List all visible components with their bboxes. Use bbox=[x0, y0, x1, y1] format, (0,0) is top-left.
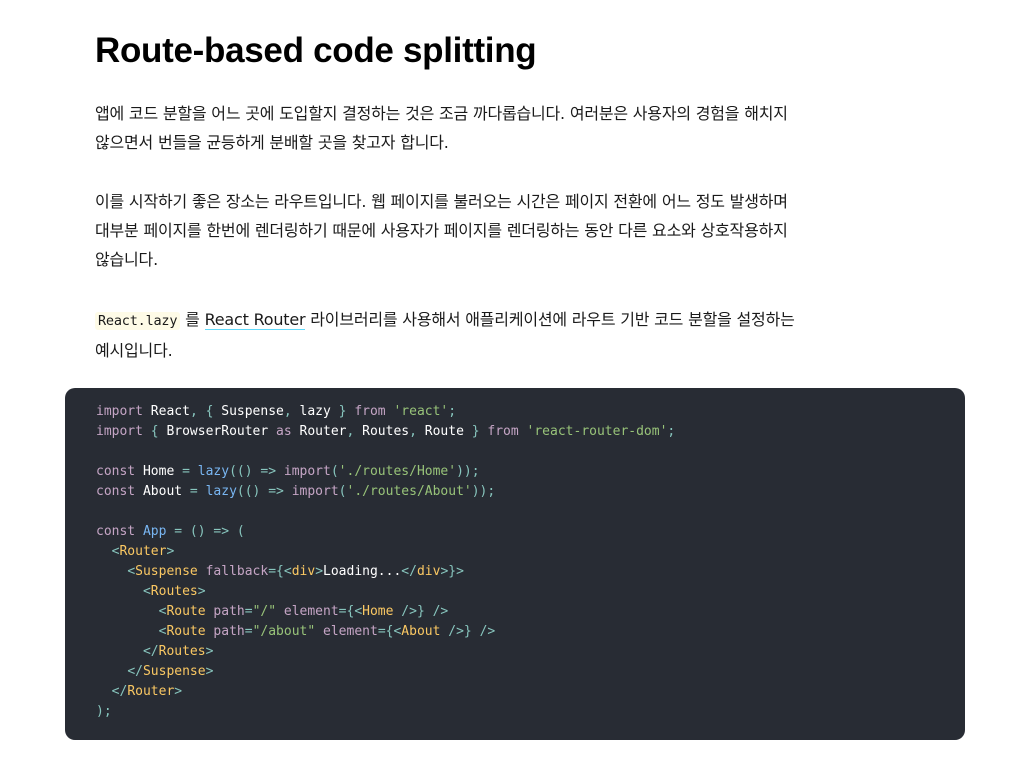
code-line-13: </Routes> bbox=[142, 644, 214, 659]
code-line-7: const App = () => ( bbox=[96, 524, 245, 539]
code-line-16: ); bbox=[96, 704, 112, 719]
code-line-2: import { BrowserRouter as Router, Routes… bbox=[96, 424, 676, 439]
paragraph-example: React.lazy 를 React Router 라이브러리를 사용해서 애플… bbox=[95, 305, 807, 365]
code-line-11: <Route path="/" element={<Home />} /> bbox=[158, 604, 449, 619]
paragraph-intro: 앱에 코드 분할을 어느 곳에 도입할지 결정하는 것은 조금 까다롭습니다. … bbox=[95, 104, 788, 152]
code-line-12: <Route path="/about" element={<About />}… bbox=[158, 624, 496, 639]
code-line-8: <Router> bbox=[111, 544, 175, 559]
inline-code-react-lazy: React.lazy bbox=[95, 312, 181, 330]
code-line-14: </Suspense> bbox=[127, 664, 214, 679]
code-line-5: const About = lazy(() => import('./route… bbox=[96, 484, 496, 499]
code-line-15: </Router> bbox=[111, 684, 183, 699]
paragraph-routes: 이를 시작하기 좋은 장소는 라우트입니다. 웹 페이지를 불러오는 시간은 페… bbox=[95, 192, 788, 269]
code-line-1: import React, { Suspense, lazy } from 'r… bbox=[96, 404, 457, 419]
code-line-10: <Routes> bbox=[142, 584, 206, 599]
code-line-9: <Suspense fallback={<div>Loading...</div… bbox=[127, 564, 464, 579]
paragraph-example-text-a: 를 bbox=[180, 310, 205, 329]
code-content: import React, { Suspense, lazy } from 'r… bbox=[96, 402, 965, 722]
react-router-link[interactable]: React Router bbox=[204, 310, 306, 330]
page-title: Route-based code splitting bbox=[95, 31, 537, 70]
code-line-4: const Home = lazy(() => import('./routes… bbox=[96, 464, 480, 479]
code-block[interactable]: import React, { Suspense, lazy } from 'r… bbox=[65, 388, 965, 740]
